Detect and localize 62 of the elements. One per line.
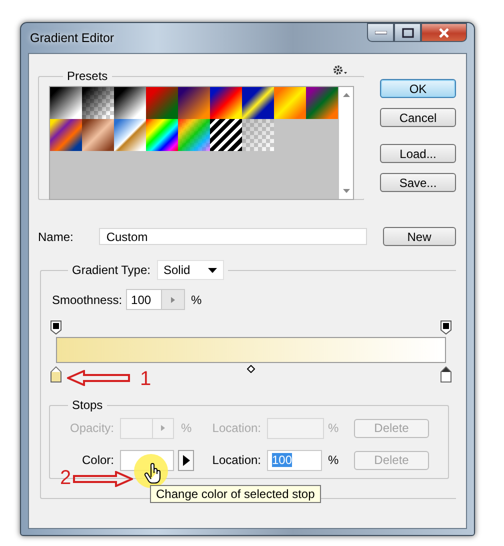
slider-arrow-icon[interactable] — [171, 296, 176, 302]
window-title: Gradient Editor — [30, 31, 114, 45]
field-label: Location: — [211, 453, 262, 467]
scrollbar[interactable] — [339, 87, 353, 199]
maximize-icon — [402, 28, 414, 38]
scroll-up-icon[interactable] — [342, 93, 350, 97]
dialog-button[interactable]: Load... — [380, 144, 456, 163]
gradient-preset-swatch[interactable] — [114, 119, 146, 151]
group-title: Presets — [67, 69, 108, 83]
dropdown-caret-icon — [208, 268, 218, 272]
close-button[interactable] — [421, 23, 467, 42]
gradient-preset-swatch[interactable] — [242, 87, 274, 119]
gradient-preset-swatch[interactable] — [146, 87, 178, 119]
dialog-button[interactable]: Cancel — [380, 108, 456, 127]
group-title: Stops — [72, 398, 103, 412]
minimize-icon — [374, 30, 386, 34]
color-menu-button[interactable] — [178, 450, 194, 470]
gradient-preset-swatch[interactable] — [210, 119, 242, 151]
field-label: Opacity: — [68, 421, 115, 435]
field-label: Name: — [38, 230, 74, 244]
annotation-arrow — [73, 471, 133, 487]
annotation-number: 2 — [60, 468, 72, 488]
dialog-button[interactable]: Save... — [380, 173, 456, 192]
gradient-preset-swatch[interactable] — [50, 87, 82, 119]
dialog-button[interactable]: OK — [380, 79, 456, 98]
smoothness-field[interactable]: 100 — [126, 289, 186, 310]
gradient-preset-swatch[interactable] — [210, 87, 242, 119]
field-label: Gradient Type: — [72, 263, 150, 277]
gradient-preset-swatch[interactable] — [306, 87, 338, 119]
field-label: Smoothness: — [52, 292, 122, 306]
midpoint-diamond-icon[interactable] — [247, 365, 255, 373]
tooltip: Change color of selected stop — [150, 485, 321, 503]
gradient-preset-swatch[interactable] — [146, 119, 178, 151]
gradient-type-dropdown[interactable]: Solid — [156, 260, 224, 280]
maximize-button[interactable] — [394, 23, 421, 42]
gradient-preset-swatch[interactable] — [178, 119, 210, 151]
gear-icon[interactable] — [332, 64, 348, 76]
annotation-arrow — [67, 370, 131, 386]
unit-label: % — [327, 421, 340, 435]
minimize-button[interactable] — [367, 23, 394, 42]
gradient-preset-swatch[interactable] — [82, 119, 114, 151]
gradient-preset-swatch[interactable] — [242, 119, 274, 151]
gradient-preset-swatch[interactable] — [114, 87, 146, 119]
color-stop-icon[interactable] — [50, 366, 62, 383]
close-icon — [438, 28, 450, 38]
unit-label: % — [327, 453, 340, 467]
color-stop-icon[interactable] — [440, 366, 452, 383]
new-button[interactable]: New — [382, 227, 456, 246]
play-arrow-icon — [182, 454, 190, 466]
gradient-preset-swatch[interactable] — [178, 87, 210, 119]
opacity-stop-icon[interactable] — [440, 320, 452, 335]
scroll-down-icon[interactable] — [342, 189, 350, 193]
gradient-preset-swatch[interactable] — [50, 119, 82, 151]
opacity-stop-icon[interactable] — [50, 320, 62, 335]
unit-label: % — [180, 421, 193, 435]
gradient-preset-swatch[interactable] — [82, 87, 114, 119]
gradient-preset-swatch[interactable] — [274, 87, 306, 119]
field-label: Location: — [211, 421, 262, 435]
name-field[interactable]: Custom — [99, 228, 366, 245]
annotation-number: 1 — [140, 369, 152, 389]
unit-label: % — [191, 292, 202, 306]
field-label: Color: — [80, 453, 115, 467]
